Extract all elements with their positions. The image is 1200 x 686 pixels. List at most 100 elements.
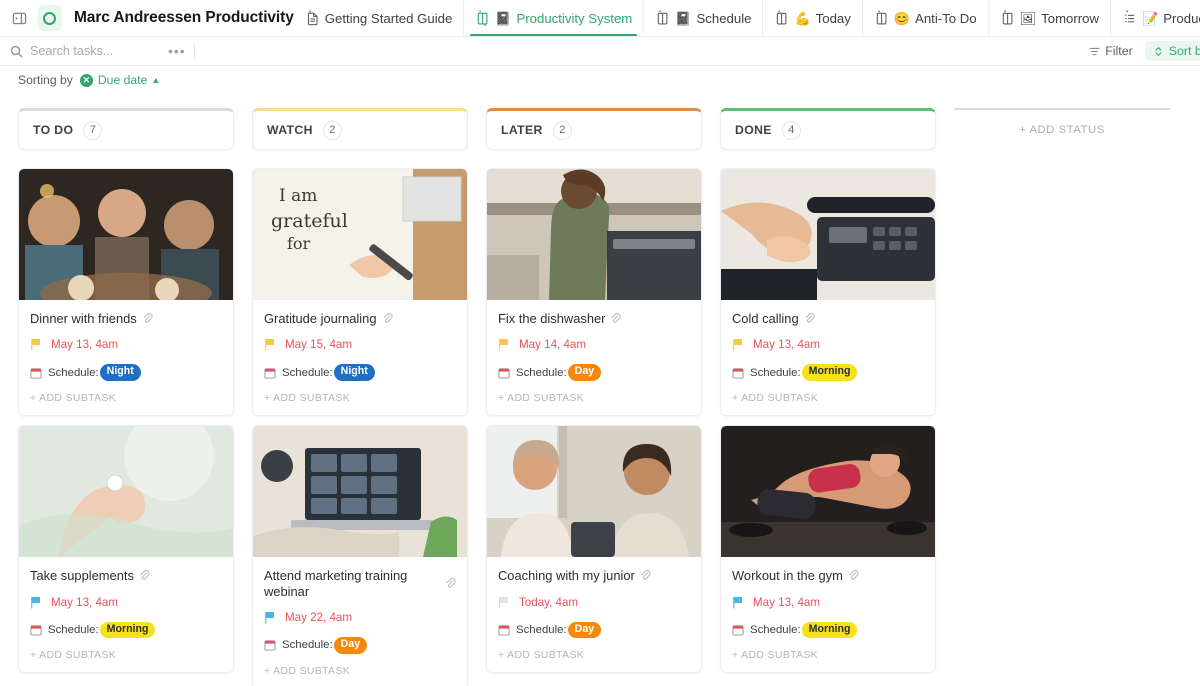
card-schedule-row[interactable]: Schedule: Morning — [732, 621, 924, 639]
column-header[interactable]: WATCH 2 — [252, 108, 468, 150]
search-box[interactable] — [10, 44, 160, 58]
tab-label: Schedule — [696, 10, 752, 26]
card-title[interactable]: Coaching with my junior — [498, 568, 635, 583]
card-due-date: May 13, 4am — [753, 338, 821, 352]
card-title[interactable]: Cold calling — [732, 311, 799, 326]
add-subtask-button[interactable]: + ADD SUBTASK — [19, 381, 233, 415]
space-chip[interactable] — [38, 5, 62, 31]
paperclip-icon[interactable] — [142, 313, 153, 324]
priority-flag-icon[interactable] — [498, 596, 510, 609]
search-input[interactable] — [30, 44, 160, 58]
task-card[interactable]: Cold calling May 13, 4am Schedule: Morni… — [720, 168, 936, 417]
tab-today[interactable]: 💪 Today — [762, 0, 861, 36]
panel-toggle-icon[interactable] — [8, 7, 30, 29]
card-title-row: Coaching with my junior — [498, 568, 690, 583]
schedule-tag[interactable]: Morning — [99, 621, 156, 639]
column-cards: Dinner with friends May 13, 4am Schedule… — [18, 150, 234, 674]
task-card[interactable]: Take supplements May 13, 4am Schedule: M… — [18, 425, 234, 674]
card-title[interactable]: Gratitude journaling — [264, 311, 377, 326]
tab-getting-started-guide[interactable]: Getting Started Guide — [294, 0, 464, 36]
filter-button[interactable]: Filter — [1081, 41, 1141, 61]
card-schedule-row[interactable]: Schedule: Morning — [732, 364, 924, 382]
task-card[interactable]: I am grateful for Gratitude journaling M… — [252, 168, 468, 417]
paperclip-icon[interactable] — [848, 570, 859, 581]
card-due-date-row[interactable]: May 13, 4am — [732, 338, 924, 351]
card-title[interactable]: Workout in the gym — [732, 568, 843, 583]
card-title[interactable]: Attend marketing training webinar — [264, 568, 440, 599]
tab-productivity-list[interactable]: 📝 Productivity List — [1110, 0, 1200, 36]
column-cards: I am grateful for Gratitude journaling M… — [252, 150, 468, 686]
paperclip-icon[interactable] — [640, 570, 651, 581]
card-due-date-row[interactable]: May 14, 4am — [498, 338, 690, 351]
tab-tomorrow[interactable]: 🖼 Tomorrow — [987, 0, 1110, 36]
card-title[interactable]: Dinner with friends — [30, 311, 137, 326]
card-due-date-row[interactable]: May 13, 4am — [30, 338, 222, 351]
tab-label: Anti-To Do — [915, 10, 977, 26]
card-schedule-row[interactable]: Schedule: Morning — [30, 621, 222, 639]
add-subtask-button[interactable]: + ADD SUBTASK — [487, 381, 701, 415]
schedule-tag[interactable]: Day — [567, 364, 602, 382]
column-header[interactable]: DONE 4 — [720, 108, 936, 150]
sort-by-button[interactable]: Sort by — [1144, 41, 1200, 61]
board-column-to-do: TO DO 7 Dinner with friends May 13, 4am … — [18, 108, 234, 674]
task-card[interactable]: Workout in the gym May 13, 4am Schedule:… — [720, 425, 936, 674]
task-card[interactable]: Dinner with friends May 13, 4am Schedule… — [18, 168, 234, 417]
add-subtask-button[interactable]: + ADD SUBTASK — [253, 654, 467, 686]
add-subtask-button[interactable]: + ADD SUBTASK — [487, 638, 701, 672]
flexed-biceps-emoji-icon: 💪 — [794, 10, 811, 26]
priority-flag-icon[interactable] — [264, 611, 276, 624]
add-subtask-button[interactable]: + ADD SUBTASK — [253, 381, 467, 415]
tab-anti-to-do[interactable]: 😊 Anti-To Do — [861, 0, 988, 36]
card-schedule-row[interactable]: Schedule: Night — [30, 364, 222, 382]
schedule-tag[interactable]: Day — [567, 621, 602, 639]
sort-direction-caret-icon[interactable]: ▲ — [151, 75, 160, 85]
clear-sort-icon[interactable]: ✕ — [79, 73, 93, 87]
paperclip-icon[interactable] — [382, 313, 393, 324]
add-subtask-button[interactable]: + ADD SUBTASK — [721, 381, 935, 415]
more-options-icon[interactable]: ••• — [160, 44, 194, 58]
card-body: Take supplements May 13, 4am Schedule: M… — [19, 557, 233, 639]
card-due-date-row[interactable]: May 22, 4am — [264, 611, 456, 624]
schedule-tag[interactable]: Morning — [801, 621, 858, 639]
priority-flag-icon[interactable] — [30, 338, 42, 351]
card-schedule-row[interactable]: Schedule: Night — [264, 364, 456, 382]
add-status-button[interactable]: + ADD STATUS — [954, 108, 1170, 150]
card-schedule-row[interactable]: Schedule: Day — [264, 637, 456, 654]
card-schedule-row[interactable]: Schedule: Day — [498, 621, 690, 639]
task-card[interactable]: Fix the dishwasher May 14, 4am Schedule:… — [486, 168, 702, 417]
schedule-tag[interactable]: Morning — [801, 364, 858, 382]
paperclip-icon[interactable] — [445, 578, 456, 589]
priority-flag-icon[interactable] — [732, 596, 744, 609]
priority-flag-icon[interactable] — [732, 338, 744, 351]
paperclip-icon[interactable] — [139, 570, 150, 581]
task-card[interactable]: Attend marketing training webinar May 22… — [252, 425, 468, 686]
add-subtask-button[interactable]: + ADD SUBTASK — [19, 638, 233, 672]
card-schedule-row[interactable]: Schedule: Day — [498, 364, 690, 382]
priority-flag-icon[interactable] — [264, 338, 276, 351]
tab-productivity-system[interactable]: 📓 Productivity System — [463, 0, 643, 36]
task-card[interactable]: Coaching with my junior Today, 4am Sched… — [486, 425, 702, 674]
tab-schedule[interactable]: 📓 Schedule — [643, 0, 762, 36]
schedule-tag[interactable]: Day — [333, 637, 368, 654]
tab-label: Getting Started Guide — [324, 10, 453, 26]
top-tab-bar: Marc Andreessen Productivity Getting Sta… — [0, 0, 1200, 37]
card-due-date-row[interactable]: Today, 4am — [498, 596, 690, 609]
tab-label: Productivity System — [516, 10, 633, 26]
schedule-tag[interactable]: Night — [99, 364, 141, 382]
add-subtask-button[interactable]: + ADD SUBTASK — [721, 638, 935, 672]
card-due-date-row[interactable]: May 15, 4am — [264, 338, 456, 351]
sort-field-label[interactable]: Due date — [98, 73, 147, 87]
card-title[interactable]: Take supplements — [30, 568, 134, 583]
column-header[interactable]: LATER 2 — [486, 108, 702, 150]
card-title[interactable]: Fix the dishwasher — [498, 311, 605, 326]
paperclip-icon[interactable] — [804, 313, 815, 324]
schedule-tag[interactable]: Night — [333, 364, 375, 382]
priority-flag-icon[interactable] — [498, 338, 510, 351]
column-title: DONE — [735, 123, 772, 137]
kitchen-dishwasher-photo — [487, 169, 701, 300]
priority-flag-icon[interactable] — [30, 596, 42, 609]
column-header[interactable]: TO DO 7 — [18, 108, 234, 150]
paperclip-icon[interactable] — [610, 313, 622, 324]
card-due-date-row[interactable]: May 13, 4am — [30, 596, 222, 609]
card-due-date-row[interactable]: May 13, 4am — [732, 596, 924, 609]
